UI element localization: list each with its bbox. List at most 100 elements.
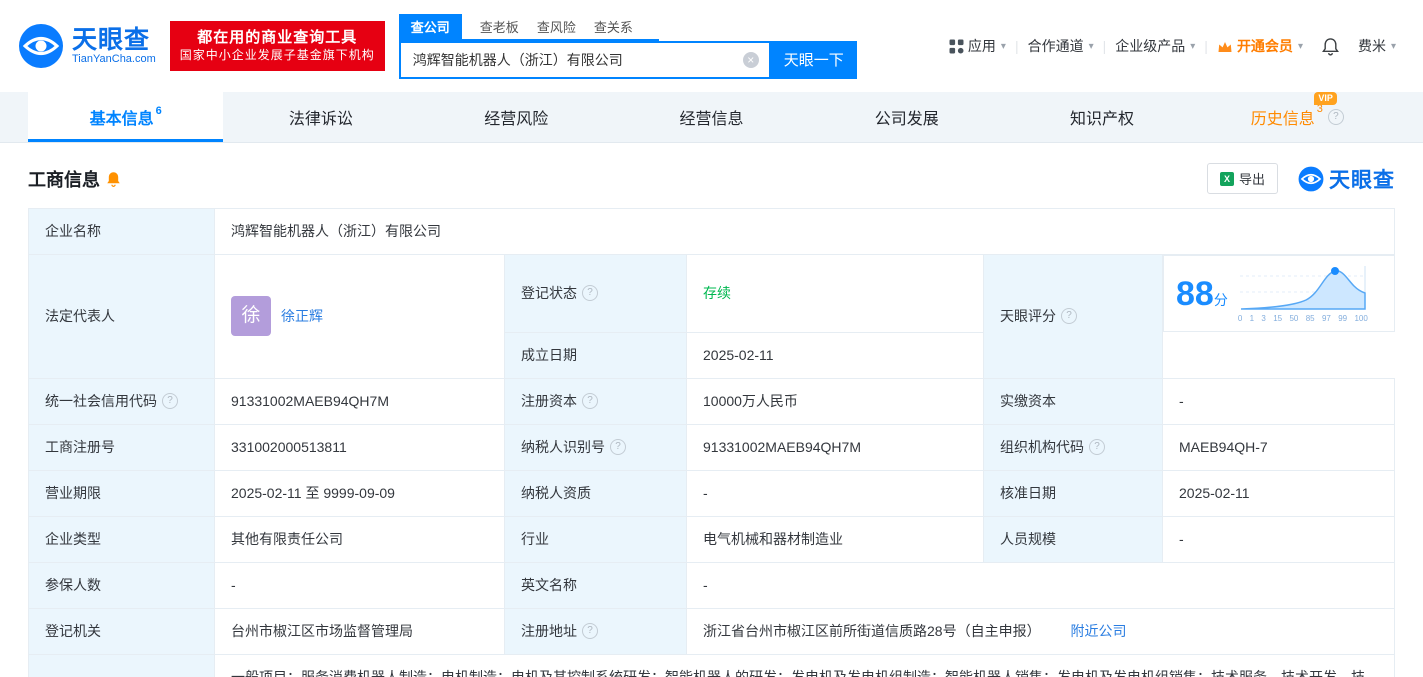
search-input-wrap: × [398, 40, 771, 79]
search-row: × 天眼一下 [398, 40, 857, 79]
subscribe-bell-icon[interactable] [106, 170, 121, 187]
reg-number-label: 工商注册号 [28, 423, 215, 471]
tab-operating-risk[interactable]: 经营风险 [419, 92, 614, 142]
business-scope-value: 一般项目：服务消费机器人制造；电机制造；电机及其控制系统研发；智能机器人的研发；… [214, 653, 1395, 677]
notification-bell-button[interactable] [1312, 36, 1349, 56]
tab-company-development[interactable]: 公司发展 [809, 92, 1004, 142]
nav-open-vip[interactable]: 开通会员 ▾ [1208, 36, 1312, 56]
nav-apps[interactable]: 应用 ▾ [940, 36, 1015, 56]
nearby-companies-link[interactable]: 附近公司 [1070, 623, 1126, 639]
approval-date-label: 核准日期 [983, 469, 1163, 517]
legal-rep-label: 法定代表人 [28, 254, 215, 379]
slogan-line1: 都在用的商业查询工具 [197, 28, 358, 46]
help-icon[interactable]: ? [1061, 308, 1077, 325]
tab-legal-proceedings[interactable]: 法律诉讼 [223, 92, 418, 142]
search-tab-company[interactable]: 查公司 [398, 13, 462, 39]
search-input[interactable] [410, 50, 743, 69]
score-curve [1239, 266, 1366, 310]
company-type-value: 其他有限责任公司 [214, 515, 505, 563]
help-icon[interactable]: ? [582, 623, 598, 639]
export-label: 导出 [1238, 172, 1265, 187]
search-area: 查公司 查老板 查风险 查关系 × 天眼一下 [398, 13, 857, 79]
tab-legal-proceedings-label: 法律诉讼 [288, 111, 353, 128]
reg-status-label: 登记状态? [504, 254, 687, 333]
paid-capital-label: 实缴资本 [983, 377, 1163, 425]
reg-authority-label: 登记机关 [28, 607, 215, 655]
tab-company-development-label: 公司发展 [874, 111, 939, 128]
tianyancha-logo[interactable]: 天眼查 TianYanCha.com [18, 23, 156, 69]
company-name-value: 鸿辉智能机器人（浙江）有限公司 [214, 208, 1395, 255]
staff-size-value: - [1162, 515, 1395, 563]
approval-date-value: 2025-02-11 [1162, 469, 1395, 517]
table-row: 登记机关 台州市椒江区市场监督管理局 注册地址? 浙江省台州市椒江区前所街道信质… [28, 607, 1395, 655]
slogan-banner: 都在用的商业查询工具 国家中小企业发展子基金旗下机构 [169, 20, 385, 72]
legal-rep-avatar[interactable]: 徐 [231, 296, 271, 337]
help-icon[interactable]: ? [1327, 109, 1344, 125]
address-cell: 浙江省台州市椒江区前所街道信质路28号（自主申报） 附近公司 [686, 607, 1395, 655]
search-tabs: 查公司 查老板 查风险 查关系 [398, 13, 659, 41]
business-info-table: 企业名称 鸿辉智能机器人（浙江）有限公司 法定代表人 徐 徐正辉 登记状态? 存… [28, 208, 1395, 677]
tianyancha-eye-icon [1298, 166, 1324, 191]
business-scope-label: 经营范围? [28, 653, 215, 677]
crown-icon [1218, 41, 1232, 52]
excel-icon: X [1219, 171, 1234, 186]
help-icon[interactable]: ? [582, 285, 598, 302]
tab-intellectual-property[interactable]: 知识产权 [1004, 92, 1199, 142]
tab-operating-info[interactable]: 经营信息 [614, 92, 809, 142]
username: 费米 [1357, 38, 1386, 54]
help-icon[interactable]: ? [1089, 439, 1105, 455]
section-head: 工商信息 X 导出 天眼查 [28, 163, 1395, 194]
tab-operating-info-label: 经营信息 [679, 111, 744, 128]
watermark-text: 天眼查 [1329, 168, 1395, 192]
search-tab-relation[interactable]: 查关系 [594, 14, 633, 39]
insured-value: - [214, 561, 505, 609]
tab-history-info[interactable]: 历史信息3 VIP ? [1200, 92, 1395, 142]
org-code-label: 组织机构代码? [983, 423, 1163, 471]
search-tab-boss[interactable]: 查老板 [480, 14, 519, 39]
tab-operating-risk-label: 经营风险 [484, 111, 549, 128]
paid-capital-value: - [1162, 377, 1395, 425]
legal-rep-link[interactable]: 徐正辉 [281, 306, 323, 327]
business-term-label: 营业期限 [28, 469, 215, 517]
credit-code-label: 统一社会信用代码? [28, 377, 215, 425]
help-icon[interactable]: ? [162, 393, 178, 409]
export-button[interactable]: X 导出 [1206, 163, 1278, 194]
nav-enterprise-products[interactable]: 企业级产品 ▾ [1106, 36, 1204, 56]
org-code-value: MAEB94QH-7 [1162, 423, 1395, 471]
section-title: 工商信息 [28, 169, 100, 190]
chevron-down-icon: ▾ [1390, 40, 1396, 52]
nav-apps-label: 应用 [967, 38, 996, 54]
brand-domain: TianYanCha.com [72, 53, 156, 66]
establish-date-value: 2025-02-11 [686, 331, 984, 379]
nav-vip-label: 开通会员 [1236, 38, 1293, 54]
nav-cooperation[interactable]: 合作通道 ▾ [1019, 36, 1103, 56]
table-row: 参保人数 - 英文名称 - [28, 561, 1395, 609]
main-content: 工商信息 X 导出 天眼查 企业名称 鸿辉智能机器人（浙江）有限公司 法定代表人… [0, 143, 1423, 677]
score-value: 88 [1176, 274, 1214, 313]
chevron-down-icon: ▾ [1297, 40, 1303, 52]
tab-basic-info[interactable]: 基本信息 6 [28, 92, 224, 142]
logo-text: 天眼查 TianYanCha.com [72, 27, 156, 66]
address-label: 注册地址? [504, 607, 687, 655]
page: 天眼查 TianYanCha.com 都在用的商业查询工具 国家中小企业发展子基… [0, 0, 1423, 677]
company-name-label: 企业名称 [28, 208, 215, 255]
search-tab-risk[interactable]: 查风险 [537, 14, 576, 39]
reg-authority-value: 台州市椒江区市场监督管理局 [214, 607, 505, 655]
apps-grid-icon [949, 39, 964, 53]
nav-user-menu[interactable]: 费米 ▾ [1349, 36, 1405, 56]
clear-search-icon[interactable]: × [742, 51, 759, 68]
slogan-line2: 国家中小企业发展子基金旗下机构 [179, 48, 375, 63]
help-icon[interactable]: ? [582, 393, 598, 409]
nav-enterprise-label: 企业级产品 [1115, 38, 1186, 54]
score-unit: 分 [1213, 291, 1228, 308]
help-icon[interactable]: ? [610, 439, 626, 455]
search-button[interactable]: 天眼一下 [770, 40, 857, 79]
tianyancha-eye-icon [19, 24, 63, 68]
company-type-label: 企业类型 [28, 515, 215, 563]
english-name-label: 英文名称 [504, 561, 687, 609]
score-distribution-chart: 0 1 3 15 50 85 97 99 100 [1238, 262, 1368, 325]
nav-cooperation-label: 合作通道 [1027, 38, 1084, 54]
table-row: 企业名称 鸿辉智能机器人（浙江）有限公司 [28, 208, 1395, 255]
bell-icon [1322, 38, 1339, 56]
chevron-down-icon: ▾ [1000, 40, 1006, 52]
